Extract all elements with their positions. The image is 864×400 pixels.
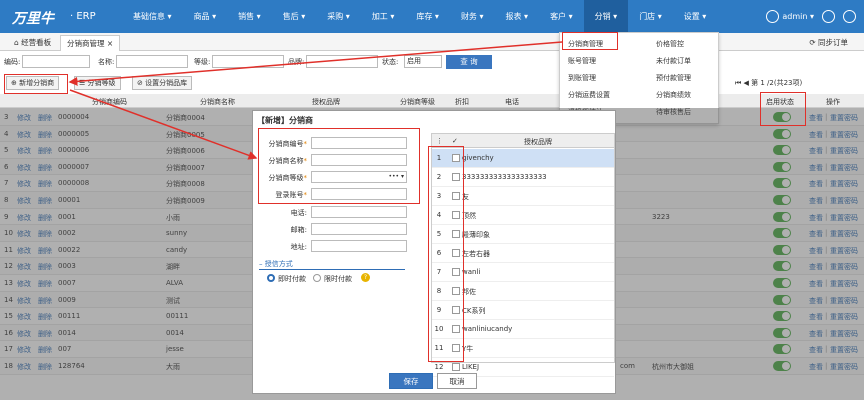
arrow-add-to-form	[69, 89, 258, 160]
annotation-arrows	[68, 41, 563, 160]
arrow-menu-to-add	[68, 41, 563, 86]
